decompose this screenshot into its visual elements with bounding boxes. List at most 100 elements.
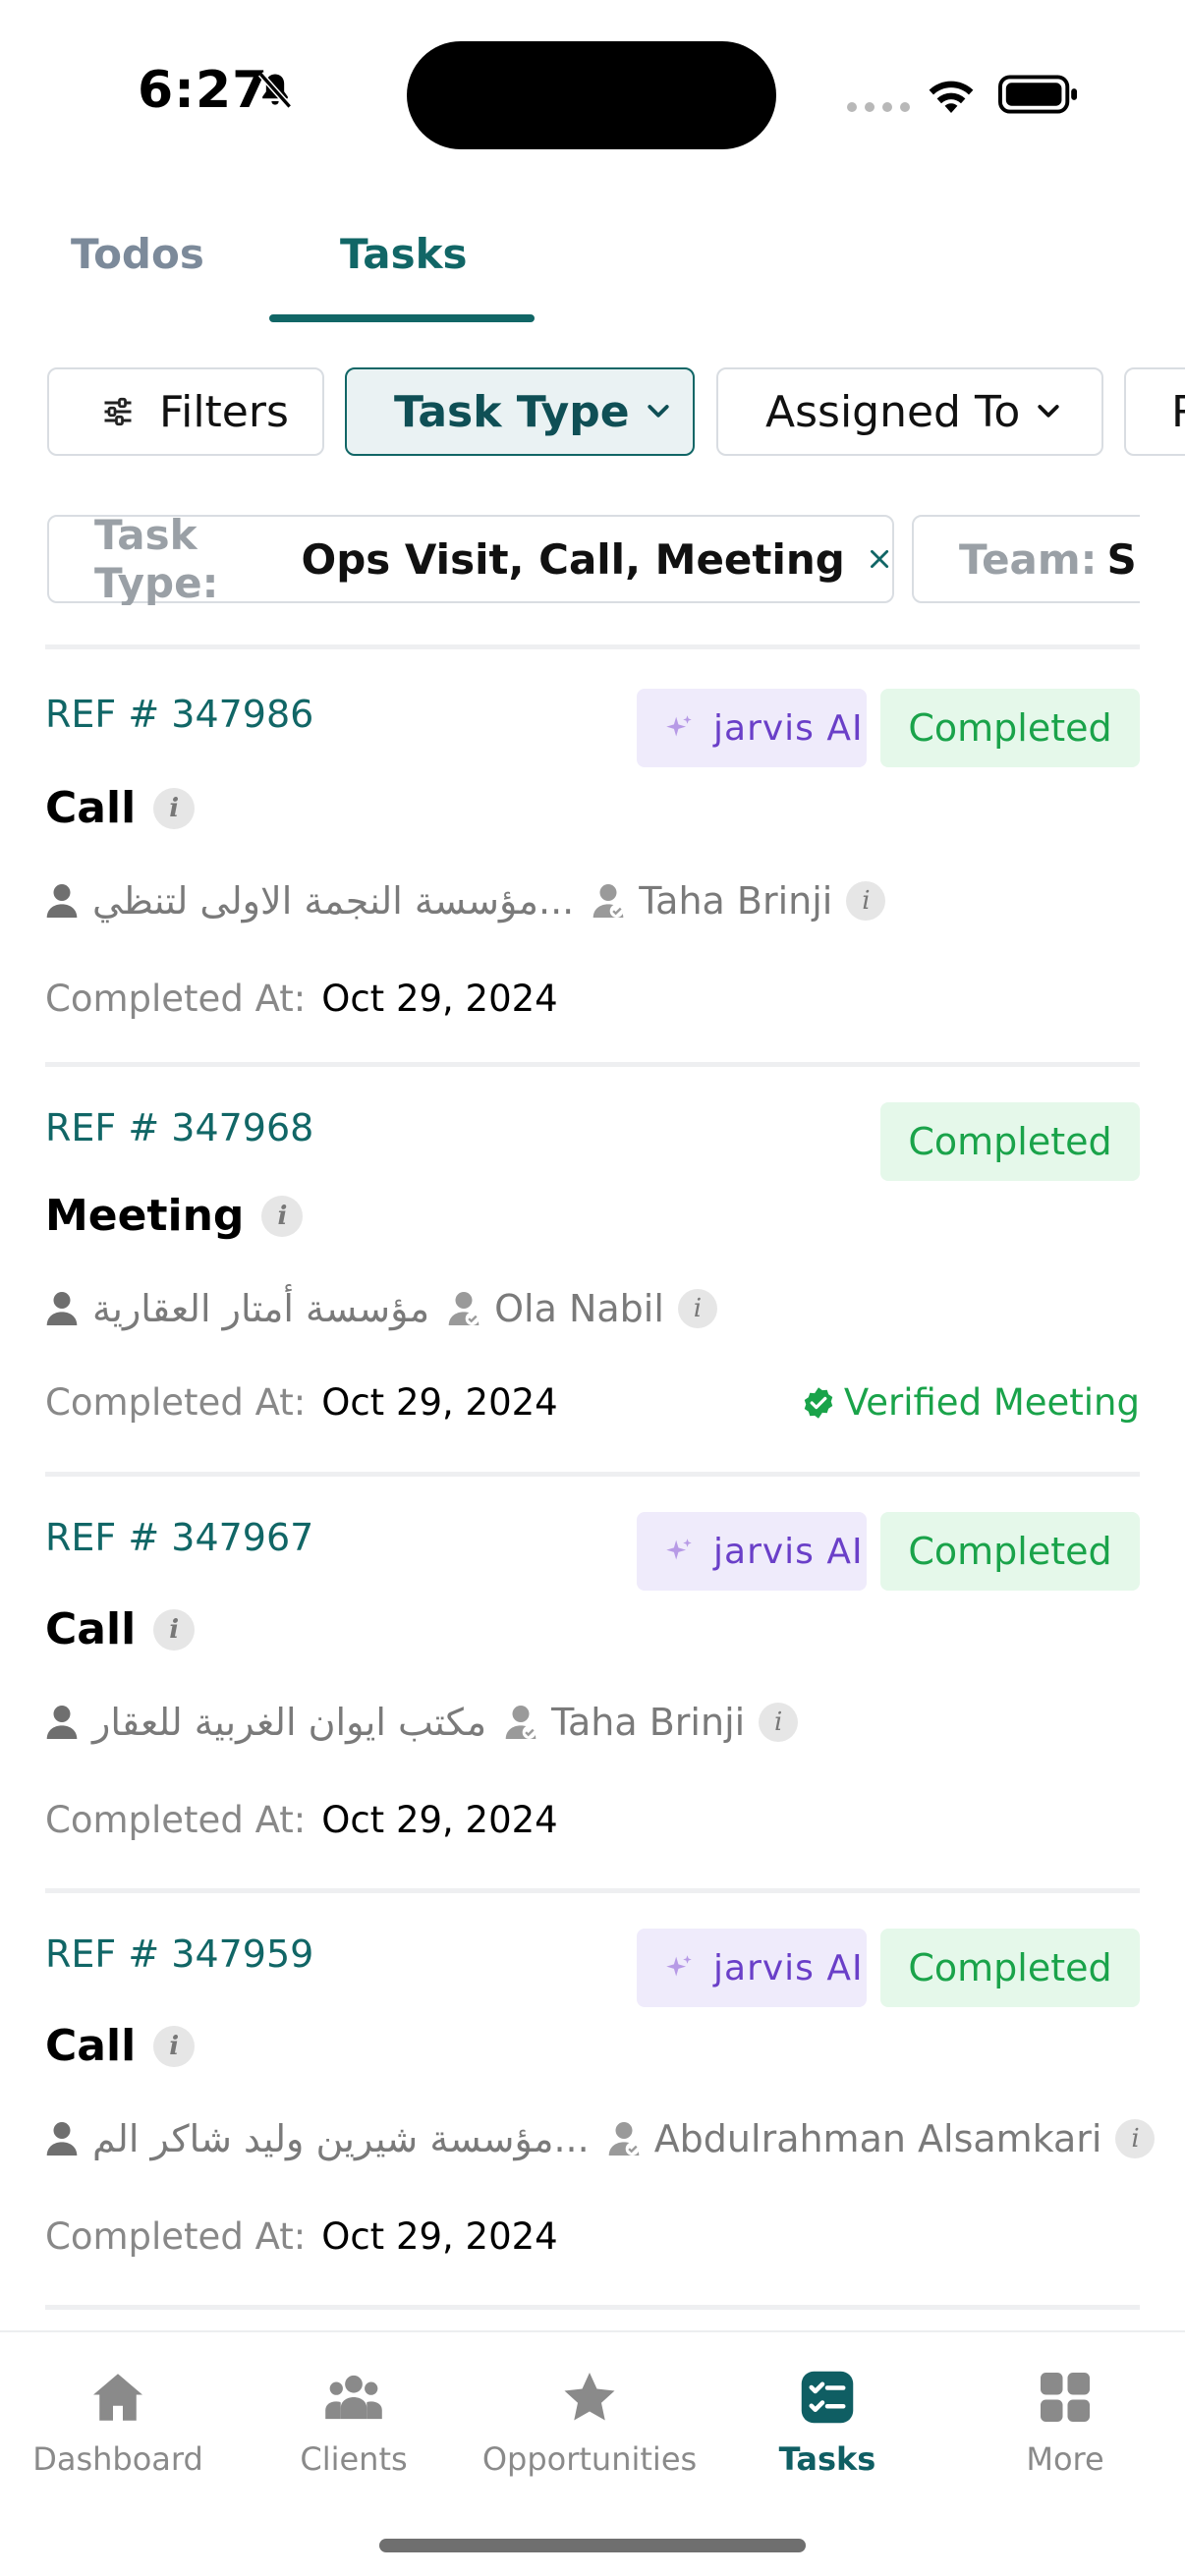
info-icon[interactable]: i xyxy=(1115,2119,1156,2158)
jarvis-ai-badge: jarvis AI xyxy=(637,689,867,767)
task-client: مؤسسة النجمة الاولى لتنظي... xyxy=(92,879,575,923)
dynamic-island xyxy=(407,41,776,149)
task-people-row: مؤسسة أمتار العقارية Ola Nabil i xyxy=(45,1287,717,1330)
active-filter-key: Team: xyxy=(959,534,1098,584)
info-icon[interactable]: i xyxy=(261,1195,304,1237)
task-type: Call xyxy=(45,783,137,833)
task-client: مكتب ايوان الغربية للعقار xyxy=(92,1701,487,1744)
task-ref: REF # 347967 xyxy=(45,1516,314,1559)
jarvis-ai-label: jarvis AI xyxy=(713,1531,864,1572)
completed-at-row: Completed At: Oct 29, 2024 xyxy=(45,1381,558,1424)
task-assignee: Taha Brinji xyxy=(551,1701,746,1744)
active-filter-team[interactable]: Team: Sm xyxy=(912,515,1140,603)
nav-tasks[interactable]: Tasks xyxy=(709,2368,945,2478)
nav-more[interactable]: More xyxy=(947,2368,1183,2478)
jarvis-ai-badge: jarvis AI xyxy=(637,1929,867,2007)
nav-opportunities[interactable]: Opportunities xyxy=(472,2368,707,2478)
tab-todos[interactable]: Todos xyxy=(71,230,204,278)
assigned-to-dropdown[interactable]: Assigned To xyxy=(716,367,1103,456)
task-assignee: Taha Brinji xyxy=(639,879,833,923)
sliders-icon xyxy=(104,397,132,426)
task-card[interactable]: REF # 347986 jarvis AI Completed Call i … xyxy=(0,649,1185,1062)
nav-more-label: More xyxy=(1026,2440,1104,2478)
nav-tasks-label: Tasks xyxy=(778,2440,876,2478)
info-icon[interactable]: i xyxy=(153,2025,196,2067)
completed-at-label: Completed At: xyxy=(45,2215,307,2258)
active-filter-task-type[interactable]: Task Type: Ops Visit, Call, Meeting xyxy=(47,515,894,605)
info-icon[interactable]: i xyxy=(153,787,196,829)
grid-icon xyxy=(1041,2373,1090,2422)
verified-meeting-badge: Verified Meeting xyxy=(801,1381,1140,1424)
info-icon[interactable]: i xyxy=(846,881,886,921)
more-filter-dropdown[interactable]: R xyxy=(1124,367,1185,456)
completed-at-date: Oct 29, 2024 xyxy=(321,2215,558,2258)
nav-clients-label: Clients xyxy=(300,2440,408,2478)
completed-at-date: Oct 29, 2024 xyxy=(321,1381,558,1424)
assignee-person-icon xyxy=(505,1706,536,1739)
completed-at-row: Completed At: Oct 29, 2024 xyxy=(45,978,558,1020)
task-card[interactable]: REF # 347967 jarvis AI Completed Call i … xyxy=(0,1477,1185,1889)
tasks-icon xyxy=(801,2371,854,2424)
jarvis-ai-badge: jarvis AI xyxy=(637,1512,867,1591)
close-icon[interactable] xyxy=(867,543,892,575)
active-filter-value: Ops Visit, Call, Meeting xyxy=(301,534,845,584)
assigned-to-label: Assigned To xyxy=(765,386,1021,437)
chevron-down-icon xyxy=(648,405,669,418)
completed-at-date: Oct 29, 2024 xyxy=(321,978,558,1020)
task-type-dropdown[interactable]: Task Type xyxy=(345,367,695,456)
task-type: Meeting xyxy=(45,1191,245,1241)
task-people-row: مؤسسة شيرين وليد شاكر الم... Abdulrahman… xyxy=(45,2117,1156,2160)
sparkle-icon xyxy=(666,1955,692,1977)
battery-icon xyxy=(998,75,1078,114)
nav-dashboard-label: Dashboard xyxy=(32,2440,203,2478)
task-assignee: Ola Nabil xyxy=(494,1287,664,1330)
chevron-down-icon xyxy=(1038,405,1059,418)
jarvis-ai-label: jarvis AI xyxy=(713,707,864,749)
task-type-row: Call i xyxy=(45,2021,196,2071)
completed-at-label: Completed At: xyxy=(45,978,307,1020)
tab-bar: Todos Tasks xyxy=(0,218,1185,326)
completed-at-label: Completed At: xyxy=(45,1799,307,1841)
signal-dots-icon xyxy=(847,102,910,112)
status-badge: Completed xyxy=(880,1512,1140,1591)
task-client: مؤسسة شيرين وليد شاكر الم... xyxy=(92,2117,590,2160)
status-badge: Completed xyxy=(880,1102,1140,1181)
client-person-icon xyxy=(46,1292,78,1325)
task-card[interactable]: REF # 347968 Completed Meeting i مؤسسة أ… xyxy=(0,1067,1185,1480)
info-icon[interactable]: i xyxy=(759,1703,799,1742)
completed-at-row: Completed At: Oct 29, 2024 xyxy=(45,2215,558,2258)
nav-clients[interactable]: Clients xyxy=(236,2368,472,2478)
tab-tasks[interactable]: Tasks xyxy=(340,230,468,278)
filter-chip-row: Filters Task Type Assigned To R xyxy=(0,367,1185,458)
more-filter-label: R xyxy=(1171,387,1185,437)
verified-check-icon xyxy=(804,1386,833,1419)
status-bar: 6:27 xyxy=(0,0,1185,187)
completed-at-label: Completed At: xyxy=(45,1381,307,1424)
task-type: Call xyxy=(45,2021,137,2071)
task-type-row: Call i xyxy=(45,1604,196,1654)
info-icon[interactable]: i xyxy=(677,1289,717,1328)
bell-muted-icon xyxy=(258,72,292,109)
task-card[interactable]: REF # 347959 jarvis AI Completed Call i … xyxy=(0,1893,1185,2306)
list-divider xyxy=(45,2305,1140,2310)
info-icon[interactable]: i xyxy=(153,1608,196,1651)
task-type-label: Task Type xyxy=(394,386,630,437)
home-indicator xyxy=(379,2539,806,2552)
completed-at-date: Oct 29, 2024 xyxy=(321,1799,558,1841)
home-icon xyxy=(93,2374,142,2421)
task-type: Call xyxy=(45,1604,137,1654)
filters-button[interactable]: Filters xyxy=(47,367,324,456)
completed-at-row: Completed At: Oct 29, 2024 xyxy=(45,1799,558,1841)
status-time: 6:27 xyxy=(138,61,269,120)
client-person-icon xyxy=(46,884,78,918)
sparkle-icon xyxy=(666,715,692,737)
nav-dashboard[interactable]: Dashboard xyxy=(0,2368,236,2478)
verified-meeting-label: Verified Meeting xyxy=(843,1381,1140,1424)
active-filter-key: Task Type: xyxy=(94,515,219,605)
task-client: مؤسسة أمتار العقارية xyxy=(92,1287,430,1330)
task-ref: REF # 347968 xyxy=(45,1106,314,1149)
task-list: REF # 347986 jarvis AI Completed Call i … xyxy=(0,644,1185,2329)
active-filter-value: Sm xyxy=(1106,534,1140,584)
assignee-person-icon xyxy=(448,1292,480,1325)
status-badge: Completed xyxy=(880,689,1140,767)
